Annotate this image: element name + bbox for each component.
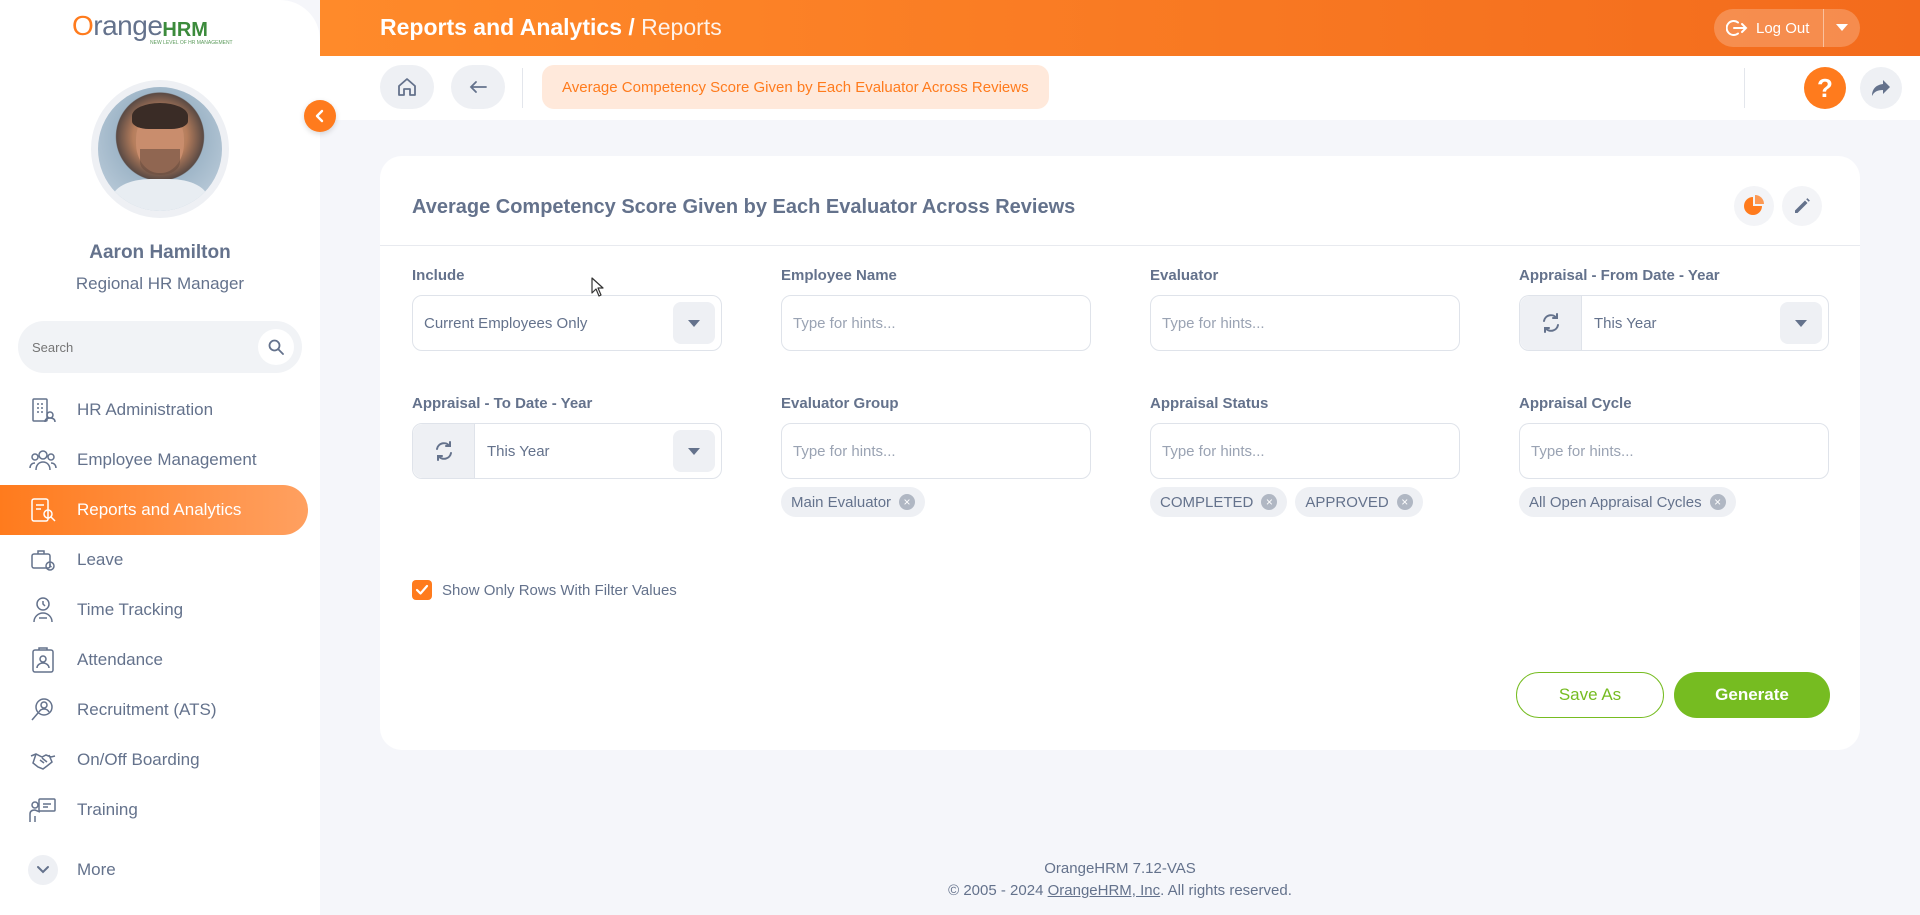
remove-chip-icon[interactable]: ×	[899, 494, 916, 510]
employee-name-input[interactable]: Type for hints...	[781, 295, 1091, 351]
sidebar-search	[18, 321, 302, 373]
show-filter-rows-checkbox[interactable]	[412, 580, 432, 600]
sidebar-item-training[interactable]: Training	[0, 785, 320, 835]
evaluator-input[interactable]: Type for hints...	[1150, 295, 1460, 351]
chevron-down-icon	[1780, 302, 1822, 344]
share-button[interactable]	[1860, 67, 1902, 109]
clipboard-user-icon	[28, 645, 58, 675]
logout-icon	[1726, 18, 1748, 38]
sidebar-item-recruitment[interactable]: Recruitment (ATS)	[0, 685, 320, 735]
chip-all-open-cycles: All Open Appraisal Cycles ×	[1519, 487, 1736, 517]
home-icon	[398, 78, 416, 96]
to-year-field: Appraisal - To Date - Year This Year	[412, 395, 722, 479]
copyright-text: © 2005 - 2024 OrangeHRM, Inc. All rights…	[948, 882, 1292, 899]
pie-chart-icon	[1744, 195, 1764, 215]
chevron-down-icon	[673, 302, 715, 344]
appraisal-status-field: Appraisal Status Type for hints... COMPL…	[1150, 395, 1460, 517]
chip-completed: COMPLETED ×	[1150, 487, 1288, 517]
evaluator-group-input[interactable]: Type for hints...	[781, 423, 1091, 479]
remove-chip-icon[interactable]: ×	[1709, 494, 1726, 510]
generate-button[interactable]: Generate	[1674, 672, 1830, 718]
to-year-select[interactable]: This Year	[412, 423, 722, 479]
avatar[interactable]	[91, 80, 229, 218]
footer: OrangeHRM 7.12-VAS © 2005 - 2024 OrangeH…	[320, 858, 1920, 902]
include-select[interactable]: Current Employees Only	[412, 295, 722, 351]
handshake-icon	[28, 745, 58, 775]
sidebar-more[interactable]: More	[0, 846, 320, 894]
company-link[interactable]: OrangeHRM, Inc	[1048, 882, 1161, 899]
share-icon	[1872, 80, 1890, 96]
home-button[interactable]	[380, 65, 434, 109]
save-as-button[interactable]: Save As	[1516, 672, 1664, 718]
page-title: Reports and Analytics / Reports	[380, 14, 722, 40]
refresh-icon[interactable]	[413, 424, 475, 478]
presentation-icon	[28, 795, 58, 825]
user-role: Regional HR Manager	[75, 274, 245, 293]
chevron-down-icon	[28, 855, 58, 885]
search-input[interactable]	[32, 339, 258, 355]
sidebar-item-leave[interactable]: Leave	[0, 535, 320, 585]
from-year-field: Appraisal - From Date - Year This Year	[1519, 267, 1829, 351]
logout-dropdown-caret[interactable]	[1836, 24, 1848, 31]
sub-bar: Average Competency Score Given by Each E…	[320, 56, 1920, 120]
from-year-select[interactable]: This Year	[1519, 295, 1829, 351]
sidebar-item-on-off-boarding[interactable]: On/Off Boarding	[0, 735, 320, 785]
report-icon	[28, 495, 58, 525]
collapse-sidebar-button[interactable]	[304, 100, 336, 132]
chip-main-evaluator: Main Evaluator ×	[781, 487, 926, 517]
search-icon[interactable]	[258, 329, 294, 365]
sidebar-item-employee-management[interactable]: Employee Management	[0, 435, 320, 485]
version-text: OrangeHRM 7.12-VAS	[1044, 860, 1196, 877]
employee-name-field: Employee Name Type for hints...	[781, 267, 1091, 351]
check-icon	[415, 584, 429, 595]
help-button[interactable]: ?	[1804, 67, 1846, 109]
appraisal-cycle-input[interactable]: Type for hints...	[1519, 423, 1829, 479]
sidebar-item-time-tracking[interactable]: Time Tracking	[0, 585, 320, 635]
breadcrumb[interactable]: Average Competency Score Given by Each E…	[542, 65, 1049, 109]
top-bar: Reports and Analytics / Reports Log Out	[320, 0, 1920, 56]
clock-person-icon	[28, 595, 58, 625]
remove-chip-icon[interactable]: ×	[1261, 494, 1278, 510]
chevron-down-icon	[673, 430, 715, 472]
show-filter-rows-checkbox-row: Show Only Rows With Filter Values	[412, 580, 677, 600]
sidebar-item-hr-administration[interactable]: HR Administration	[0, 385, 320, 435]
appraisal-status-input[interactable]: Type for hints...	[1150, 423, 1460, 479]
back-button[interactable]	[451, 65, 505, 109]
remove-chip-icon[interactable]: ×	[1396, 494, 1413, 510]
user-name: Aaron Hamilton	[89, 242, 231, 263]
include-field: Include Current Employees Only	[412, 267, 722, 351]
evaluator-group-field: Evaluator Group Type for hints... Main E…	[781, 395, 1091, 517]
evaluator-field: Evaluator Type for hints...	[1150, 267, 1460, 351]
mouse-cursor-icon	[591, 277, 604, 297]
refresh-icon[interactable]	[1520, 296, 1582, 350]
building-icon	[28, 395, 58, 425]
suitcase-icon	[28, 545, 58, 575]
pencil-icon	[1795, 198, 1810, 213]
orangehrm-logo[interactable]: Orange HRM NEW LEVEL OF HR MANAGEMENT	[72, 10, 233, 46]
report-card: Average Competency Score Given by Each E…	[380, 156, 1860, 750]
logout-button[interactable]: Log Out	[1714, 9, 1860, 47]
chart-view-button[interactable]	[1734, 186, 1774, 226]
chip-approved: APPROVED ×	[1295, 487, 1423, 517]
appraisal-cycle-field: Appraisal Cycle Type for hints... All Op…	[1519, 395, 1829, 517]
people-icon	[28, 445, 58, 475]
sidebar-item-reports-and-analytics[interactable]: Reports and Analytics	[0, 485, 308, 535]
sidebar: Orange HRM NEW LEVEL OF HR MANAGEMENT Aa…	[0, 0, 320, 915]
arrow-left-icon	[469, 81, 487, 93]
sidebar-nav: HR Administration Employee Management Re…	[0, 385, 320, 835]
sidebar-item-attendance[interactable]: Attendance	[0, 635, 320, 685]
recruit-icon	[28, 695, 58, 725]
edit-report-button[interactable]	[1782, 186, 1822, 226]
report-title: Average Competency Score Given by Each E…	[412, 196, 1076, 218]
